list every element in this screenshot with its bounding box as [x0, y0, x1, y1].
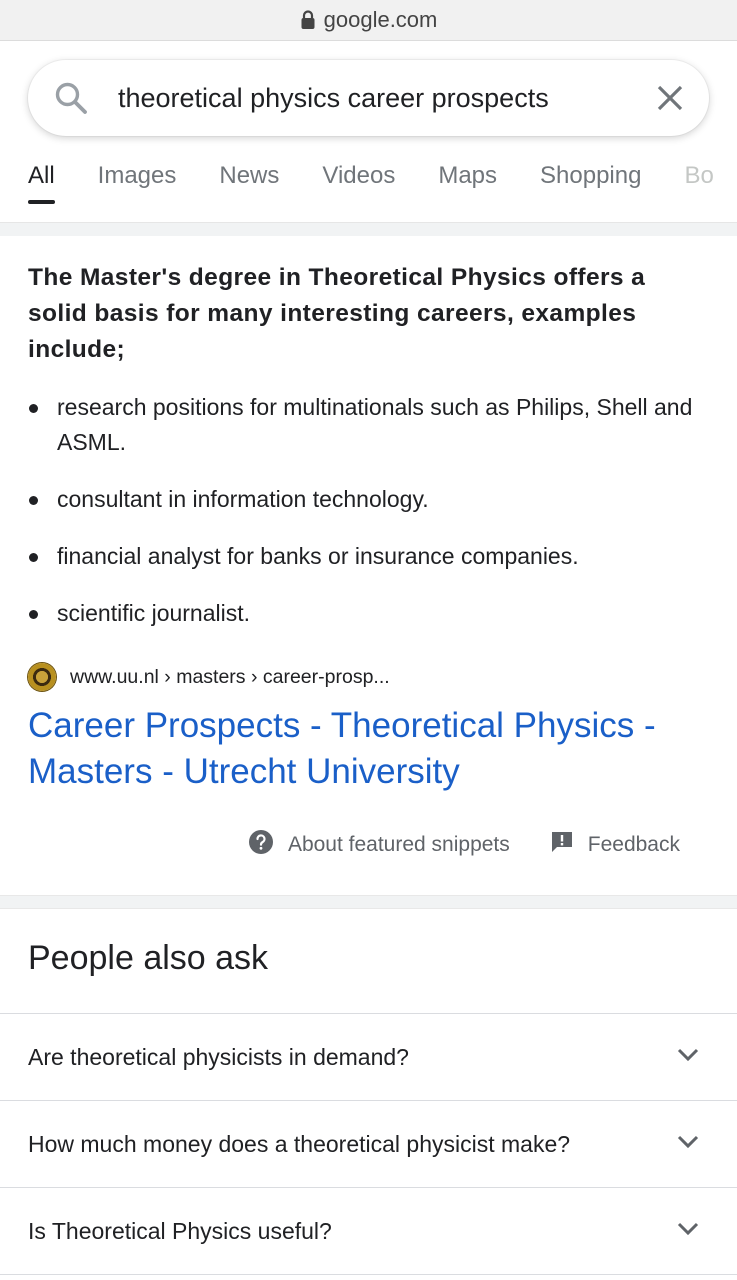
page: google.com theoretical physics career pr…: [0, 0, 737, 1280]
lock-icon: [300, 10, 316, 30]
list-item: scientific journalist.: [28, 596, 709, 631]
result-source[interactable]: www.uu.nl › masters › career-prosp...: [28, 663, 709, 691]
paa-question-text: How much money does a theoretical physic…: [28, 1130, 571, 1157]
about-snippets-label: About featured snippets: [287, 833, 510, 856]
tab-videos[interactable]: Videos: [322, 136, 395, 190]
search-icon[interactable]: [54, 81, 88, 115]
search-area: theoretical physics career prospects: [0, 41, 737, 136]
about-snippets-button[interactable]: About featured snippets: [248, 829, 510, 861]
paa-question-text: Is Theoretical Physics useful?: [28, 1217, 332, 1244]
tab-news[interactable]: News: [219, 136, 279, 190]
close-icon[interactable]: [655, 83, 685, 113]
paa-question[interactable]: How much money does a theoretical physic…: [0, 1100, 737, 1187]
snippet-footer: About featured snippets Feedback: [28, 795, 709, 861]
feedback-button[interactable]: Feedback: [550, 830, 680, 860]
result-breadcrumb[interactable]: www.uu.nl › masters › career-prosp...: [70, 666, 390, 689]
paa-question-text: Are theoretical physicists in demand?: [28, 1043, 409, 1070]
featured-snippet: The Master's degree in Theoretical Physi…: [0, 236, 737, 861]
feedback-label: Feedback: [587, 833, 680, 856]
people-also-ask: People also ask Are theoretical physicis…: [0, 909, 737, 1275]
url-bar[interactable]: google.com: [0, 0, 737, 41]
feedback-icon: [550, 830, 574, 860]
search-input[interactable]: theoretical physics career prospects: [118, 83, 655, 114]
tab-images[interactable]: Images: [98, 136, 177, 190]
paa-title: People also ask: [28, 939, 269, 977]
chevron-down-icon[interactable]: [677, 1135, 699, 1154]
list-item: financial analyst for banks or insurance…: [28, 539, 709, 574]
tab-shopping[interactable]: Shopping: [540, 136, 641, 190]
paa-question[interactable]: Is Theoretical Physics useful?: [0, 1187, 737, 1274]
utrecht-university-seal-icon: [28, 663, 56, 691]
tab-books[interactable]: Bo: [684, 136, 713, 190]
result-title-link[interactable]: Career Prospects - Theoretical Physics -…: [28, 703, 709, 795]
search-box[interactable]: theoretical physics career prospects: [28, 60, 709, 136]
list-item: consultant in information technology.: [28, 482, 709, 517]
help-icon: [248, 829, 274, 861]
section-divider: [0, 222, 737, 236]
paa-question[interactable]: Are theoretical physicists in demand?: [0, 1013, 737, 1100]
tab-maps[interactable]: Maps: [438, 136, 497, 190]
section-divider: [0, 895, 737, 909]
chevron-down-icon[interactable]: [677, 1222, 699, 1241]
url-domain: google.com: [323, 7, 438, 32]
snippet-heading: The Master's degree in Theoretical Physi…: [28, 264, 646, 363]
chevron-down-icon[interactable]: [677, 1048, 699, 1067]
search-tabs: All Images News Videos Maps Shopping Bo: [0, 136, 737, 222]
snippet-list: research positions for multinationals su…: [28, 390, 709, 631]
list-item: research positions for multinationals su…: [28, 390, 709, 460]
tab-all[interactable]: All: [28, 136, 55, 204]
paa-divider: [0, 1274, 737, 1275]
